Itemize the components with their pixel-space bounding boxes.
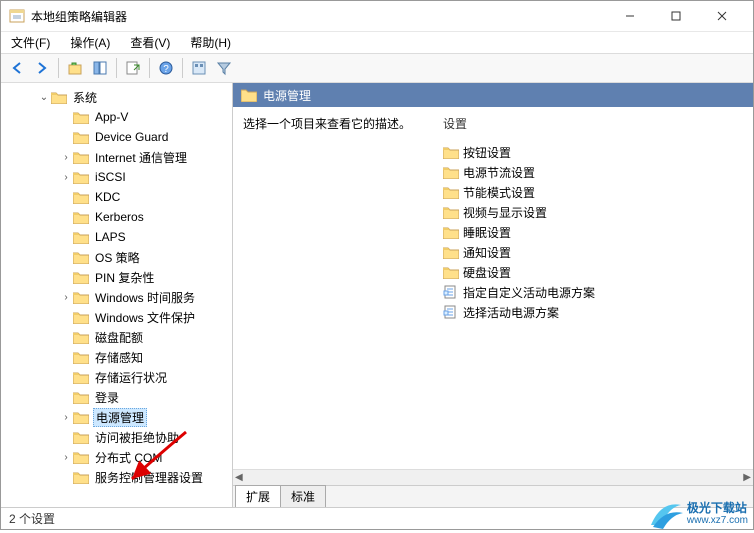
tree-item[interactable]: PIN 复杂性 xyxy=(93,269,156,286)
expander-icon[interactable]: ⌄ xyxy=(37,92,51,103)
tree-item[interactable]: Windows 时间服务 xyxy=(93,289,197,306)
expander-icon[interactable]: › xyxy=(59,152,73,163)
policy-icon xyxy=(443,305,459,319)
tab-standard[interactable]: 标准 xyxy=(280,485,326,507)
folder-icon xyxy=(73,290,89,304)
folder-icon xyxy=(73,150,89,164)
show-hide-tree-button[interactable] xyxy=(88,56,112,80)
tree-item[interactable]: 存储运行状况 xyxy=(93,369,169,386)
tree-item[interactable]: KDC xyxy=(93,190,122,204)
app-icon xyxy=(9,8,25,24)
tree-item[interactable]: iSCSI xyxy=(93,170,128,184)
tree-item[interactable]: OS 策略 xyxy=(93,249,142,266)
folder-icon xyxy=(73,190,89,204)
minimize-button[interactable] xyxy=(607,1,653,31)
folder-icon xyxy=(73,250,89,264)
svg-text:?: ? xyxy=(163,64,169,75)
expander-icon[interactable]: › xyxy=(59,292,73,303)
list-item[interactable]: 视频与显示设置 xyxy=(463,204,547,221)
tree-item[interactable]: 服务控制管理器设置 xyxy=(93,469,205,486)
folder-icon xyxy=(73,110,89,124)
tree-item[interactable]: 登录 xyxy=(93,389,121,406)
description-prompt: 选择一个项目来查看它的描述。 xyxy=(243,115,433,461)
folder-icon xyxy=(443,225,459,239)
folder-icon xyxy=(443,185,459,199)
tree-item[interactable]: Kerberos xyxy=(93,210,146,224)
expander-icon[interactable]: › xyxy=(59,452,73,463)
folder-icon xyxy=(73,390,89,404)
folder-icon xyxy=(73,350,89,364)
folder-icon xyxy=(241,88,257,102)
folder-icon xyxy=(73,230,89,244)
export-button[interactable] xyxy=(121,56,145,80)
policy-icon xyxy=(443,285,459,299)
close-button[interactable] xyxy=(699,1,745,31)
tree-root[interactable]: 系统 xyxy=(71,89,99,106)
maximize-button[interactable] xyxy=(653,1,699,31)
folder-icon xyxy=(443,265,459,279)
list-item[interactable]: 电源节流设置 xyxy=(463,164,535,181)
list-item[interactable]: 按钮设置 xyxy=(463,144,511,161)
menu-help[interactable]: 帮助(H) xyxy=(186,32,235,53)
folder-icon xyxy=(443,245,459,259)
folder-icon xyxy=(443,145,459,159)
tree-item[interactable]: 磁盘配额 xyxy=(93,329,145,346)
folder-icon xyxy=(73,210,89,224)
tree-item[interactable]: LAPS xyxy=(93,230,128,244)
tree-item[interactable]: App-V xyxy=(93,110,130,124)
folder-icon xyxy=(73,270,89,284)
menu-file[interactable]: 文件(F) xyxy=(7,32,54,53)
toolbar: ? xyxy=(1,53,753,83)
tree-item[interactable]: 电源管理 xyxy=(93,408,147,427)
tree-item[interactable]: Device Guard xyxy=(93,130,170,144)
list-item[interactable]: 选择活动电源方案 xyxy=(463,304,559,321)
detail-header-title: 电源管理 xyxy=(263,87,311,104)
list-item[interactable]: 通知设置 xyxy=(463,244,511,261)
tree-item[interactable]: Internet 通信管理 xyxy=(93,149,189,166)
menu-view[interactable]: 查看(V) xyxy=(126,32,174,53)
window-title: 本地组策略编辑器 xyxy=(31,8,607,25)
folder-icon xyxy=(73,450,89,464)
folder-icon xyxy=(73,330,89,344)
expander-icon[interactable]: › xyxy=(59,172,73,183)
tab-extended[interactable]: 扩展 xyxy=(235,485,281,507)
folder-icon xyxy=(73,410,89,424)
watermark: 极光下载站 www.xz7.com xyxy=(647,495,748,533)
folder-icon xyxy=(73,130,89,144)
folder-icon xyxy=(443,165,459,179)
settings-column-header[interactable]: 设置 xyxy=(443,115,743,136)
help-button[interactable]: ? xyxy=(154,56,178,80)
folder-icon xyxy=(73,370,89,384)
tree-item[interactable]: Windows 文件保护 xyxy=(93,309,197,326)
folder-icon xyxy=(443,205,459,219)
tree-pane[interactable]: ⌄ 系统 App-V Device Guard › Internet 通信管理 › iSCSI… xyxy=(1,83,233,507)
expander-icon[interactable]: › xyxy=(59,412,73,423)
filter-button[interactable] xyxy=(212,56,236,80)
back-button[interactable] xyxy=(5,56,29,80)
list-item[interactable]: 硬盘设置 xyxy=(463,264,511,281)
folder-icon xyxy=(73,310,89,324)
tree-item[interactable]: 分布式 COM xyxy=(93,449,164,466)
folder-icon xyxy=(73,430,89,444)
list-item[interactable]: 睡眠设置 xyxy=(463,224,511,241)
folder-icon xyxy=(73,170,89,184)
menu-action[interactable]: 操作(A) xyxy=(66,32,114,53)
folder-icon xyxy=(73,470,89,484)
forward-button[interactable] xyxy=(30,56,54,80)
tree-item[interactable]: 访问被拒绝协助 xyxy=(93,429,181,446)
view-options-button[interactable] xyxy=(187,56,211,80)
list-item[interactable]: 节能模式设置 xyxy=(463,184,535,201)
detail-header: 电源管理 xyxy=(233,83,753,107)
folder-icon xyxy=(51,90,67,104)
status-text: 2 个设置 xyxy=(9,510,55,527)
up-button[interactable] xyxy=(63,56,87,80)
horizontal-scrollbar[interactable]: ◀▶ xyxy=(233,469,753,485)
watermark-url: www.xz7.com xyxy=(687,515,748,526)
list-item[interactable]: 指定自定义活动电源方案 xyxy=(463,284,595,301)
watermark-brand: 极光下载站 xyxy=(687,502,748,515)
tree-item[interactable]: 存储感知 xyxy=(93,349,145,366)
